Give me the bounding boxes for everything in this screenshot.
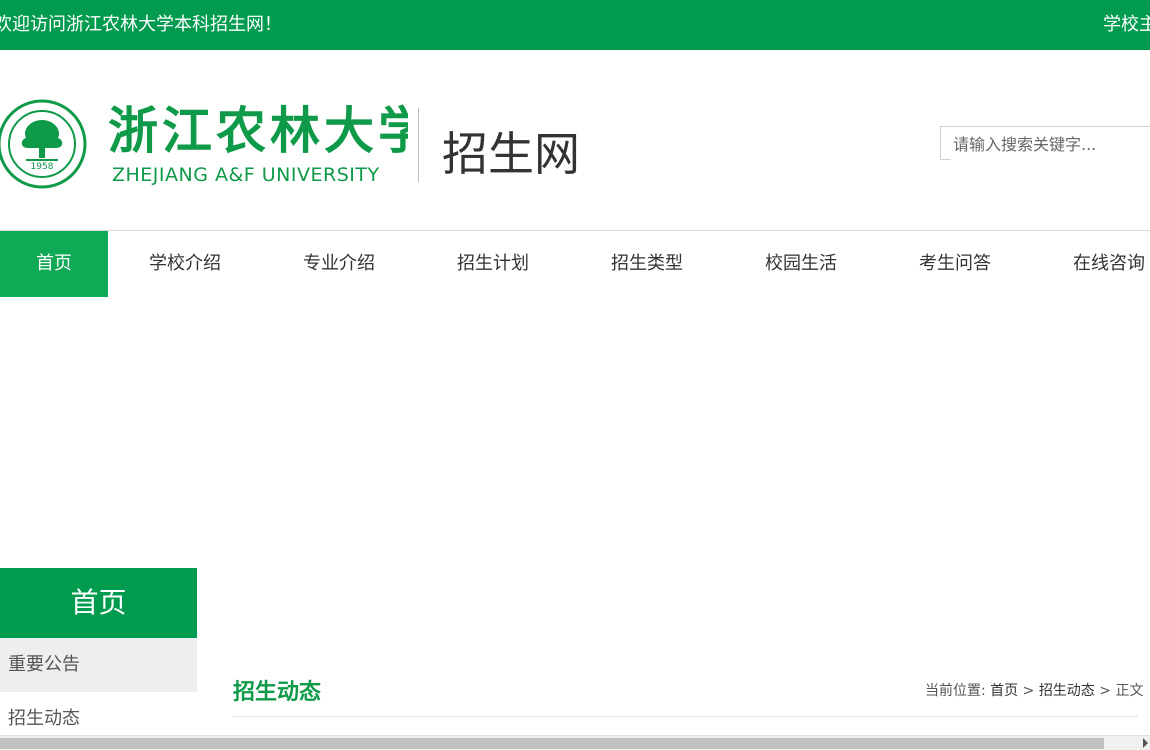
logo-divider	[418, 108, 419, 182]
breadcrumb-separator: >	[1022, 683, 1035, 699]
logo-chinese-text: 浙江农林大学	[108, 101, 408, 160]
scroll-right-arrow-icon[interactable]	[1143, 738, 1148, 748]
sidebar-item-announcements[interactable]: 重要公告	[0, 638, 197, 692]
logo-english-name: ZHEJIANG A&F UNIVERSITY	[112, 164, 380, 186]
logo-chinese-name[interactable]: 浙江农林大学	[108, 96, 428, 164]
nav-enrollment-types[interactable]: 招生类型	[570, 231, 724, 297]
nav-qa[interactable]: 考生问答	[878, 231, 1032, 297]
university-emblem-icon[interactable]: 1958	[0, 96, 88, 192]
welcome-text: 欢迎访问浙江农林大学本科招生网！	[0, 14, 282, 35]
search-box[interactable]	[940, 126, 1150, 160]
content-divider	[233, 716, 1138, 717]
breadcrumb-home-link[interactable]: 首页	[990, 683, 1018, 699]
nav-school-intro[interactable]: 学校介绍	[108, 231, 262, 297]
scrollbar-thumb[interactable]	[0, 738, 1104, 749]
emblem-year: 1958	[31, 162, 54, 172]
breadcrumb: 当前位置: 首页 > 招生动态 > 正文	[925, 680, 1143, 700]
nav-online-consult[interactable]: 在线咨询	[1032, 231, 1150, 297]
nav-enrollment-plan[interactable]: 招生计划	[416, 231, 570, 297]
breadcrumb-prefix: 当前位置:	[925, 683, 986, 699]
nav-campus-life[interactable]: 校园生活	[724, 231, 878, 297]
content-title: 招生动态	[233, 680, 322, 705]
breadcrumb-current: 正文	[1115, 683, 1144, 699]
search-input[interactable]	[951, 128, 1150, 160]
sidebar-title: 首页	[0, 568, 197, 638]
nav-majors[interactable]: 专业介绍	[262, 231, 416, 297]
nav-home[interactable]: 首页	[0, 231, 108, 297]
horizontal-scrollbar[interactable]	[0, 735, 1150, 750]
main-nav: 首页 学校介绍 专业介绍 招生计划 招生类型 校园生活 考生问答 在线咨询	[0, 230, 1150, 297]
school-homepage-link[interactable]: 学校主	[1103, 10, 1150, 36]
top-bar: 欢迎访问浙江农林大学本科招生网！ 学校主	[0, 0, 1150, 50]
breadcrumb-separator: >	[1099, 683, 1111, 699]
breadcrumb-section-link[interactable]: 招生动态	[1039, 683, 1095, 699]
site-name: 招生网	[442, 127, 580, 181]
